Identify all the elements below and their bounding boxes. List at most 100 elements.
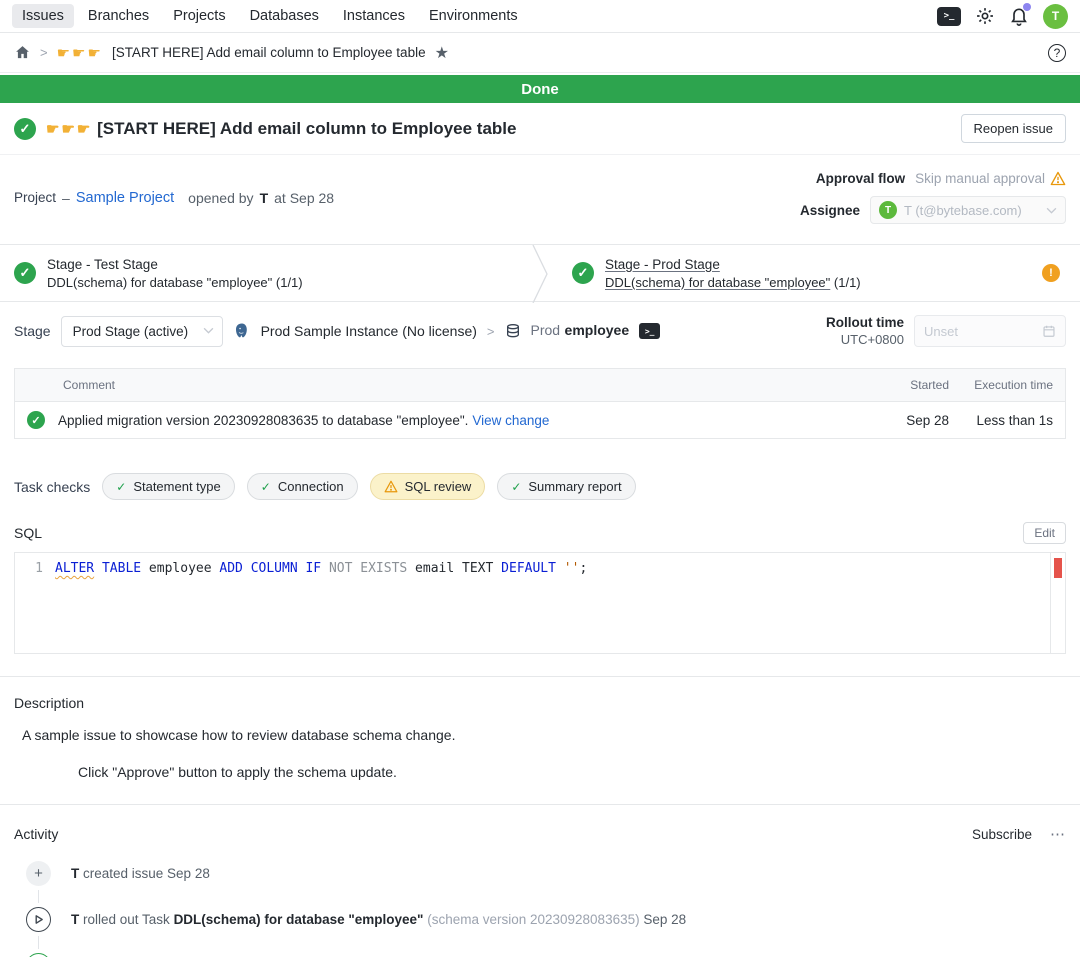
breadcrumb-separator: >: [40, 45, 48, 60]
stage-select[interactable]: Prod Stage (active): [61, 316, 223, 347]
project-label: Project: [14, 190, 56, 205]
check-pill-summary-report[interactable]: ✓ Summary report: [497, 473, 635, 500]
activity-user: T: [71, 912, 79, 927]
status-banner: Done: [0, 75, 1080, 103]
line-number: 1: [15, 553, 55, 653]
help-icon[interactable]: ?: [1048, 44, 1066, 62]
description-text: Click "Approve" button to apply the sche…: [78, 764, 1066, 780]
activity-task: DDL(schema) for database "employee": [174, 912, 424, 927]
check-pill-connection[interactable]: ✓ Connection: [247, 473, 358, 500]
created-plus-icon: +: [26, 861, 51, 886]
issue-done-check-icon: ✓: [14, 118, 36, 140]
check-pass-icon: ✓: [511, 480, 521, 494]
opened-by-prefix: opened by: [188, 190, 253, 206]
database-environment: Prod: [531, 322, 561, 338]
stage-card-test[interactable]: ✓ Stage - Test Stage DDL(schema) for dat…: [0, 245, 540, 301]
project-link[interactable]: Sample Project: [76, 190, 174, 206]
assignee-value: T (t@bytebase.com): [904, 203, 1039, 218]
sql-token: DEFAULT: [493, 561, 556, 576]
check-label: SQL review: [405, 479, 472, 494]
description-section: Description A sample issue to showcase h…: [0, 677, 1080, 780]
task-history-table: Comment Started Execution time ✓ Applied…: [14, 368, 1066, 439]
activity-item: T rolled out Task DDL(schema) for databa…: [14, 907, 1066, 932]
nav-item-projects[interactable]: Projects: [163, 4, 235, 28]
description-text: A sample issue to showcase how to review…: [22, 727, 1066, 743]
reopen-issue-button[interactable]: Reopen issue: [961, 114, 1067, 143]
check-pill-sql-review[interactable]: SQL review: [370, 473, 486, 500]
stage-subtitle: DDL(schema) for database "employee" (1/1…: [605, 275, 861, 290]
home-icon[interactable]: [14, 44, 31, 61]
timeline-connector: [38, 890, 39, 903]
breadcrumb-separator: >: [487, 324, 495, 339]
chevron-down-icon: [1046, 207, 1057, 214]
stage-divider-chevron: [532, 245, 550, 303]
opened-by-user: T: [260, 190, 269, 206]
stage-card-prod[interactable]: ✓ Stage - Prod Stage DDL(schema) for dat…: [540, 245, 1080, 301]
editor-scrollbar[interactable]: [1050, 553, 1065, 653]
view-change-link[interactable]: View change: [472, 413, 549, 428]
stage-task-link[interactable]: DDL(schema) for database "employee": [605, 275, 830, 290]
nav-item-issues[interactable]: Issues: [12, 4, 74, 28]
assignee-select[interactable]: T T (t@bytebase.com): [870, 196, 1066, 224]
open-sql-editor-icon[interactable]: >_: [639, 323, 660, 339]
assignee-label: Assignee: [800, 203, 860, 218]
chevron-down-icon: [203, 327, 214, 334]
warning-triangle-icon: [1050, 171, 1066, 186]
check-pass-icon: ✓: [261, 480, 271, 494]
database-icon: [505, 323, 521, 339]
rollout-time-input[interactable]: Unset: [914, 315, 1066, 347]
column-header-started: Started: [885, 378, 949, 392]
more-options-icon[interactable]: ⋯: [1050, 825, 1066, 843]
user-avatar[interactable]: T: [1043, 4, 1068, 29]
sql-token: employee: [141, 561, 211, 576]
sql-label: SQL: [14, 525, 42, 541]
breadcrumb: > ☛☛☛ [START HERE] Add email column to E…: [0, 33, 1080, 73]
edit-sql-button[interactable]: Edit: [1023, 522, 1066, 544]
task-comment-text: Applied migration version 20230928083635…: [58, 413, 468, 428]
nav-item-instances[interactable]: Instances: [333, 4, 415, 28]
nav-item-environments[interactable]: Environments: [419, 4, 528, 28]
sql-token: '': [556, 561, 579, 576]
settings-gear-icon[interactable]: [975, 6, 995, 26]
task-checks-row: Task checks ✓ Statement type ✓ Connectio…: [0, 439, 1080, 510]
column-header-execution-time: Execution time: [949, 378, 1053, 392]
page-title: ☛☛☛ [START HERE] Add email column to Emp…: [46, 119, 516, 139]
sql-token: TEXT: [454, 561, 493, 576]
assignee-row: Assignee T T (t@bytebase.com): [800, 196, 1066, 224]
check-warning-icon: [384, 480, 398, 493]
activity-item: + T created issue Sep 28: [14, 861, 1066, 886]
nav-item-branches[interactable]: Branches: [78, 4, 159, 28]
completed-check-icon: ✓: [26, 953, 51, 957]
stage-title-link[interactable]: Stage - Prod Stage: [605, 257, 861, 272]
activity-action: rolled out Task: [79, 912, 173, 927]
sql-section: SQL Edit 1 ALTER TABLE employee ADD COLU…: [0, 510, 1080, 654]
stage-title: Stage - Test Stage: [47, 257, 303, 272]
database-name-link[interactable]: employee: [565, 322, 630, 338]
opened-by-suffix: at Sep 28: [274, 190, 334, 206]
task-started: Sep 28: [885, 413, 949, 428]
issue-title-row: ✓ ☛☛☛ [START HERE] Add email column to E…: [0, 103, 1080, 155]
warning-marker: [1054, 558, 1062, 578]
top-nav: Issues Branches Projects Databases Insta…: [0, 0, 1080, 33]
star-icon[interactable]: ★: [435, 43, 449, 63]
subscribe-button[interactable]: Subscribe: [972, 827, 1032, 842]
activity-section: Activity Subscribe ⋯ + T created issue S…: [0, 805, 1080, 957]
sql-token: ADD COLUMN IF: [212, 561, 322, 576]
table-row[interactable]: ✓ Applied migration version 202309280836…: [15, 401, 1065, 438]
check-pill-statement-type[interactable]: ✓ Statement type: [102, 473, 235, 500]
check-pass-icon: ✓: [116, 480, 126, 494]
approval-flow-row: Approval flow Skip manual approval: [816, 171, 1066, 186]
task-execution-time: Less than 1s: [949, 413, 1053, 428]
sql-code-line: ALTER TABLE employee ADD COLUMN IF NOT E…: [55, 553, 1050, 653]
sql-editor[interactable]: 1 ALTER TABLE employee ADD COLUMN IF NOT…: [14, 552, 1066, 654]
activity-version: (schema version 20230928083635): [423, 912, 639, 927]
rollout-play-icon: [26, 907, 51, 932]
notification-dot: [1023, 3, 1031, 11]
stage-select-label: Stage: [14, 323, 51, 339]
stage-alert-icon: !: [1042, 264, 1060, 282]
notifications-bell-icon[interactable]: [1009, 6, 1029, 26]
pointer-emoji-icon: ☛☛☛: [57, 44, 103, 62]
check-label: Summary report: [528, 479, 621, 494]
sql-editor-terminal-icon[interactable]: >_: [937, 7, 961, 26]
nav-item-databases[interactable]: Databases: [240, 4, 329, 28]
